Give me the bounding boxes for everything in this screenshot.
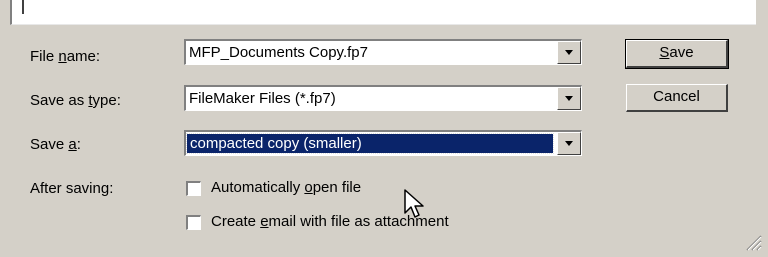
file-name-combobox[interactable]: MFP_Documents Copy.fp7	[184, 39, 582, 65]
save-a-label: Save a:	[30, 136, 81, 153]
save-as-type-dropdown-arrow-icon[interactable]	[557, 87, 581, 110]
open-file-checkbox[interactable]	[186, 181, 201, 196]
save-as-type-value: FileMaker Files (*.fp7)	[189, 90, 336, 107]
file-name-dropdown-arrow-icon[interactable]	[557, 41, 581, 64]
cancel-button[interactable]: Cancel	[626, 84, 728, 112]
save-a-value: compacted copy (smaller)	[186, 133, 554, 154]
list-column-divider	[22, 0, 24, 14]
save-button[interactable]: Save	[625, 39, 729, 69]
after-saving-label: After saving:	[30, 180, 114, 197]
open-file-label[interactable]: Automatically open file	[211, 179, 361, 196]
save-as-type-label: Save as type:	[30, 92, 121, 109]
resize-grip-icon[interactable]	[742, 231, 762, 251]
save-a-select[interactable]: compacted copy (smaller)	[184, 130, 582, 156]
mouse-pointer-icon	[404, 189, 424, 218]
email-checkbox[interactable]	[186, 215, 201, 230]
file-name-label: File name:	[30, 48, 101, 65]
save-a-dropdown-arrow-icon[interactable]	[557, 132, 581, 155]
save-as-type-select[interactable]: FileMaker Files (*.fp7)	[184, 85, 582, 111]
file-name-input[interactable]: MFP_Documents Copy.fp7	[189, 43, 551, 62]
file-list-pane[interactable]	[10, 0, 756, 25]
